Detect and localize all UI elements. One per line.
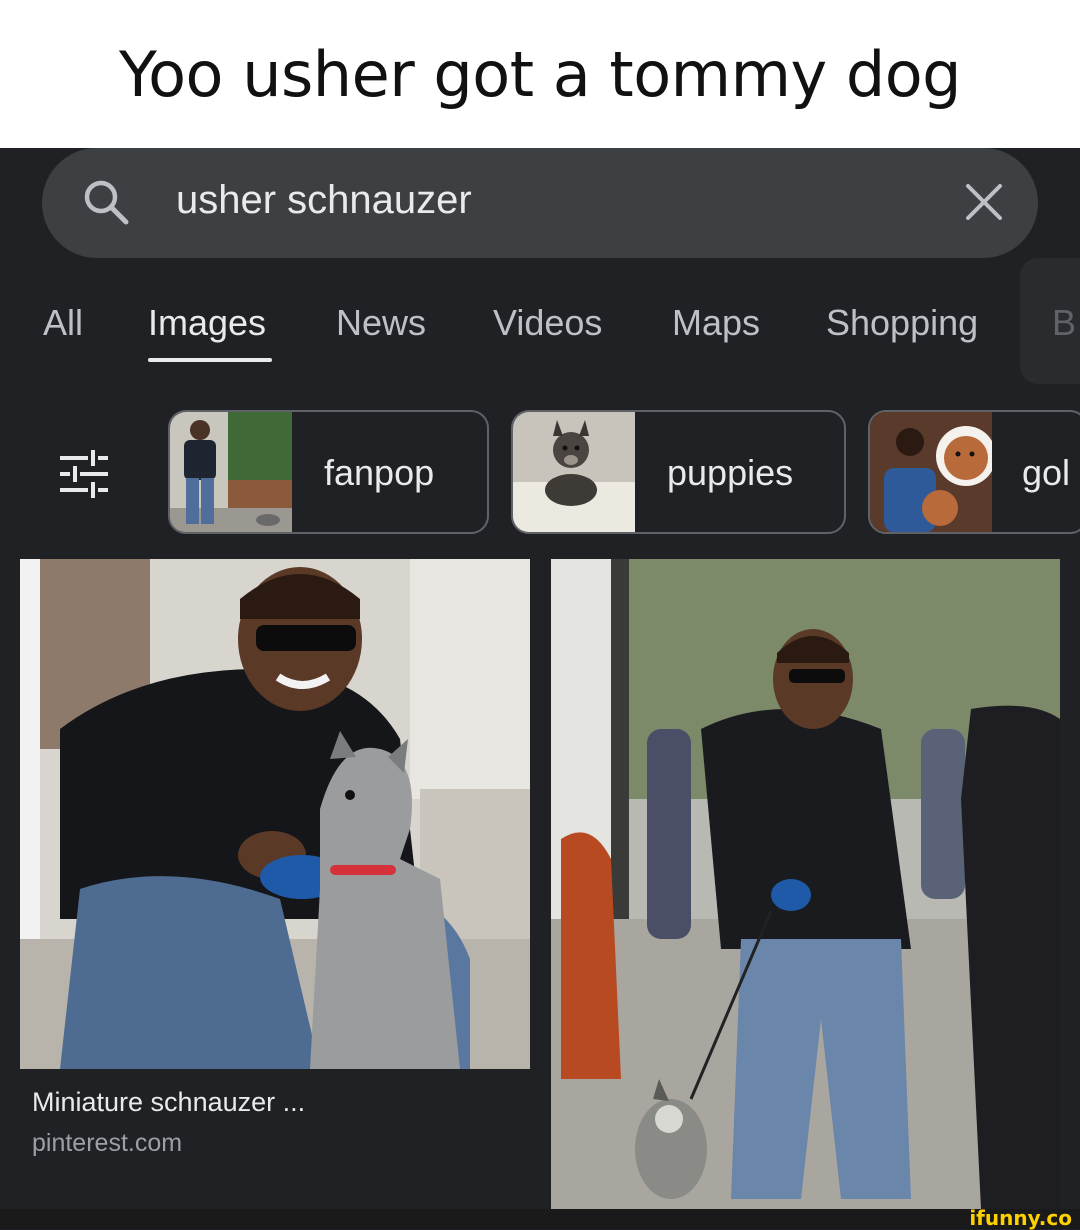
meme-caption-bar: Yoo usher got a tommy dog (0, 0, 1080, 148)
tab-partial[interactable]: B (1052, 302, 1076, 344)
result-image-1[interactable] (20, 559, 530, 1069)
meme-caption: Yoo usher got a tommy dog (118, 37, 962, 111)
search-input[interactable]: usher schnauzer (176, 178, 472, 223)
chip-label: gol (1022, 452, 1071, 493)
search-tabs: All Images News Videos Maps Shopping B (0, 258, 1080, 384)
search-icon[interactable] (80, 176, 132, 228)
tab-all[interactable]: All (43, 302, 83, 344)
tab-images[interactable]: Images (148, 302, 266, 344)
tab-maps[interactable]: Maps (672, 302, 760, 344)
result-title[interactable]: Miniature schnauzer ... (32, 1087, 305, 1118)
tab-shopping[interactable]: Shopping (826, 302, 978, 344)
usher-walking-schnauzer-photo (551, 559, 1060, 1209)
man-with-dog-photo (170, 412, 292, 532)
ifunny-watermark: ifunny.co (969, 1206, 1072, 1230)
result-1-meta[interactable]: Miniature schnauzer ... pinterest.com (20, 1069, 530, 1209)
usher-crouching-with-schnauzer-photo (20, 559, 530, 1069)
chip-label: fanpop (324, 452, 435, 493)
tune-icon[interactable] (58, 448, 110, 500)
chip-puppies[interactable]: puppies (511, 410, 846, 534)
search-bar[interactable]: usher schnauzer (42, 148, 1038, 258)
result-source[interactable]: pinterest.com (32, 1129, 182, 1158)
chip-golden[interactable]: gol (868, 410, 1080, 534)
chip-fanpop[interactable]: fanpop (168, 410, 489, 534)
result-image-2[interactable] (551, 559, 1060, 1209)
tab-news[interactable]: News (336, 302, 426, 344)
chip-label: puppies (667, 452, 794, 493)
schnauzer-puppy-photo (513, 412, 635, 532)
tab-videos[interactable]: Videos (493, 302, 602, 344)
close-icon[interactable] (964, 182, 1004, 222)
bottom-strip (0, 1209, 1080, 1229)
man-with-golden-puppies-photo (870, 412, 992, 532)
active-tab-indicator (148, 358, 272, 362)
